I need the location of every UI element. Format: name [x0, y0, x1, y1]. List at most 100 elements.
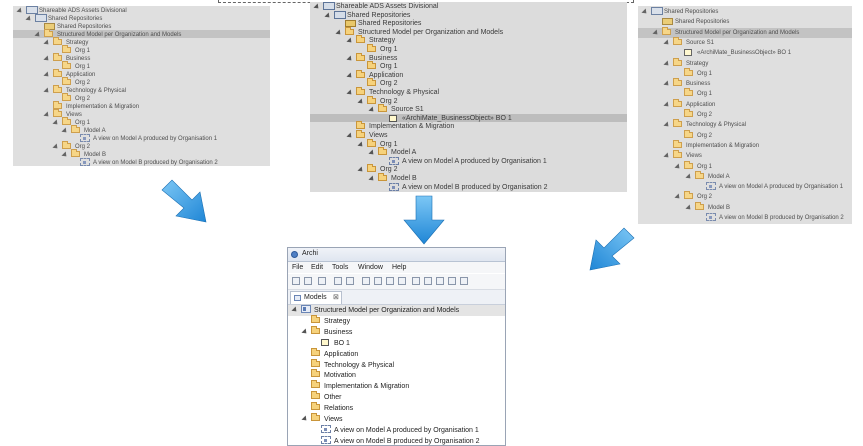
expand-toggle-icon[interactable] [291, 306, 299, 314]
expand-toggle-icon[interactable] [652, 29, 660, 37]
expand-toggle-icon[interactable] [346, 55, 354, 63]
tree-row[interactable]: Shared Repositories [310, 10, 627, 20]
expand-toggle-icon[interactable] [346, 89, 354, 97]
properties-icon[interactable] [424, 277, 432, 285]
tree-row[interactable]: Source S1 [310, 104, 627, 114]
tree-row[interactable]: Technology & Physical [638, 119, 852, 130]
expand-toggle-icon[interactable] [346, 37, 354, 45]
tree-row[interactable]: A view on Model A produced by Organisati… [288, 424, 505, 436]
palette-icon[interactable] [460, 277, 468, 285]
expand-toggle-icon[interactable] [663, 101, 671, 109]
expand-toggle-icon[interactable] [685, 204, 693, 212]
repository-tree-middle[interactable]: Shareable ADS Assets Divisional Shared Re… [310, 2, 627, 192]
tree-row[interactable]: Org 2 [13, 77, 270, 86]
tree-row[interactable]: Technology & Physical [310, 87, 627, 97]
expand-toggle-icon[interactable] [368, 149, 376, 157]
tree-row[interactable]: Structured Model per Organization and Mo… [13, 29, 270, 39]
expand-toggle-icon[interactable] [674, 193, 682, 201]
expand-toggle-icon[interactable] [346, 132, 354, 140]
tree-row[interactable]: Model A [13, 125, 270, 135]
expand-toggle-icon[interactable] [663, 59, 671, 68]
save-icon[interactable] [318, 277, 326, 285]
expand-toggle-icon[interactable] [346, 72, 354, 80]
tree-row[interactable]: Strategy [288, 314, 505, 327]
tree-row[interactable]: Business [638, 78, 852, 89]
expand-toggle-icon[interactable] [663, 80, 671, 88]
tree-row[interactable]: Shareable ADS Assets Divisional [310, 2, 627, 11]
undo-icon[interactable] [334, 277, 342, 285]
tree-row[interactable]: Application [13, 69, 270, 79]
tree-row[interactable]: Shared Repositories [638, 17, 852, 27]
redo-icon[interactable] [346, 277, 354, 285]
tree-row[interactable]: Model A [638, 170, 852, 182]
tree-row[interactable]: Shared Repositories [310, 19, 627, 28]
cut-icon[interactable] [362, 277, 370, 285]
tree-row[interactable]: A view on Model A produced by Organisati… [638, 182, 852, 192]
expand-toggle-icon[interactable] [685, 173, 693, 181]
tree-row[interactable]: Org 2 [310, 164, 627, 174]
menu-file[interactable]: File [292, 262, 303, 273]
expand-toggle-icon[interactable] [313, 3, 321, 11]
tree-row[interactable]: Business [288, 325, 505, 338]
tree-row[interactable]: Structured Model per Organization and Mo… [638, 26, 852, 38]
tree-row[interactable]: Org 1 [638, 67, 852, 79]
tree-row[interactable]: Shared Repositories [638, 7, 852, 17]
tree-row[interactable]: Application [288, 347, 505, 360]
tree-row[interactable]: «ArchiMate_BusinessObject» BO 1 [638, 48, 852, 58]
tree-row[interactable]: Model B [638, 201, 852, 213]
tree-row[interactable]: Org 2 [638, 109, 852, 120]
tree-row[interactable]: Org 1 [13, 117, 270, 127]
navigator-icon[interactable] [448, 277, 456, 285]
menu-window[interactable]: Window [358, 262, 383, 273]
outline-icon[interactable] [436, 277, 444, 285]
new-icon[interactable] [292, 277, 300, 285]
tree-row[interactable]: Views [638, 150, 852, 161]
expand-toggle-icon[interactable] [663, 152, 671, 160]
tree-row[interactable]: Org 2 [310, 95, 627, 106]
expand-toggle-icon[interactable] [357, 166, 365, 174]
copy-icon[interactable] [374, 277, 382, 285]
tree-row[interactable]: Business [310, 52, 627, 63]
expand-toggle-icon[interactable] [301, 415, 309, 423]
tree-row[interactable]: A view on Model B produced by Organisati… [288, 435, 505, 445]
tree-row[interactable]: Views [288, 413, 505, 425]
close-icon[interactable]: ⊠ [333, 292, 339, 304]
tree-row[interactable]: BO 1 [288, 338, 505, 349]
tree-row[interactable]: Org 1 [638, 160, 852, 172]
expand-toggle-icon[interactable] [641, 8, 649, 16]
tree-row[interactable]: Business [13, 53, 270, 63]
tree-row[interactable]: Org 2 [638, 191, 852, 202]
tree-row[interactable]: Org 2 [13, 93, 270, 102]
tree-row[interactable]: A view on Model B produced by Organisati… [13, 158, 270, 166]
tree-row[interactable]: Model B [13, 149, 270, 159]
tree-row[interactable]: A view on Model A produced by Organisati… [310, 156, 627, 166]
delete-icon[interactable] [398, 277, 406, 285]
tree-row[interactable]: Source S1 [638, 36, 852, 48]
tree-row[interactable]: Other [288, 391, 505, 403]
tree-row[interactable]: Application [638, 98, 852, 110]
tree-row[interactable]: Technology & Physical [288, 358, 505, 371]
repository-tree-right[interactable]: Shared Repositories Shared Repositories St… [638, 6, 852, 224]
archi-window[interactable]: Archi File Edit Tools Window Help Models… [287, 247, 506, 446]
tree-row[interactable]: Implementation & Migration [288, 380, 505, 392]
repository-tree-left[interactable]: Shareable ADS Assets Divisional Shared Re… [13, 6, 270, 166]
tree-row[interactable]: Org 2 [638, 129, 852, 141]
expand-toggle-icon[interactable] [663, 121, 671, 129]
expand-toggle-icon[interactable] [335, 29, 343, 37]
title-bar[interactable]: Archi [288, 248, 505, 262]
tree-row[interactable]: Model B [310, 173, 627, 183]
tree-row[interactable]: Org 1 [638, 88, 852, 99]
open-icon[interactable] [304, 277, 312, 285]
tree-row[interactable]: Org 1 [13, 61, 270, 70]
tree-row[interactable]: Implementation & Migration [13, 101, 270, 110]
tree-row[interactable]: Org 1 [13, 45, 270, 54]
tree-row[interactable]: Org 1 [310, 138, 627, 149]
tab-models[interactable]: Models ⊠ [290, 291, 342, 304]
tree-row[interactable]: Strategy [310, 35, 627, 45]
expand-toggle-icon[interactable] [357, 98, 365, 106]
tree-row[interactable]: Structured Model per Organization and Mo… [288, 305, 505, 316]
expand-toggle-icon[interactable] [324, 12, 332, 20]
tree-row[interactable]: Relations [288, 402, 505, 414]
expand-toggle-icon[interactable] [357, 141, 365, 149]
tree-row[interactable]: Shared Repositories [13, 22, 270, 30]
